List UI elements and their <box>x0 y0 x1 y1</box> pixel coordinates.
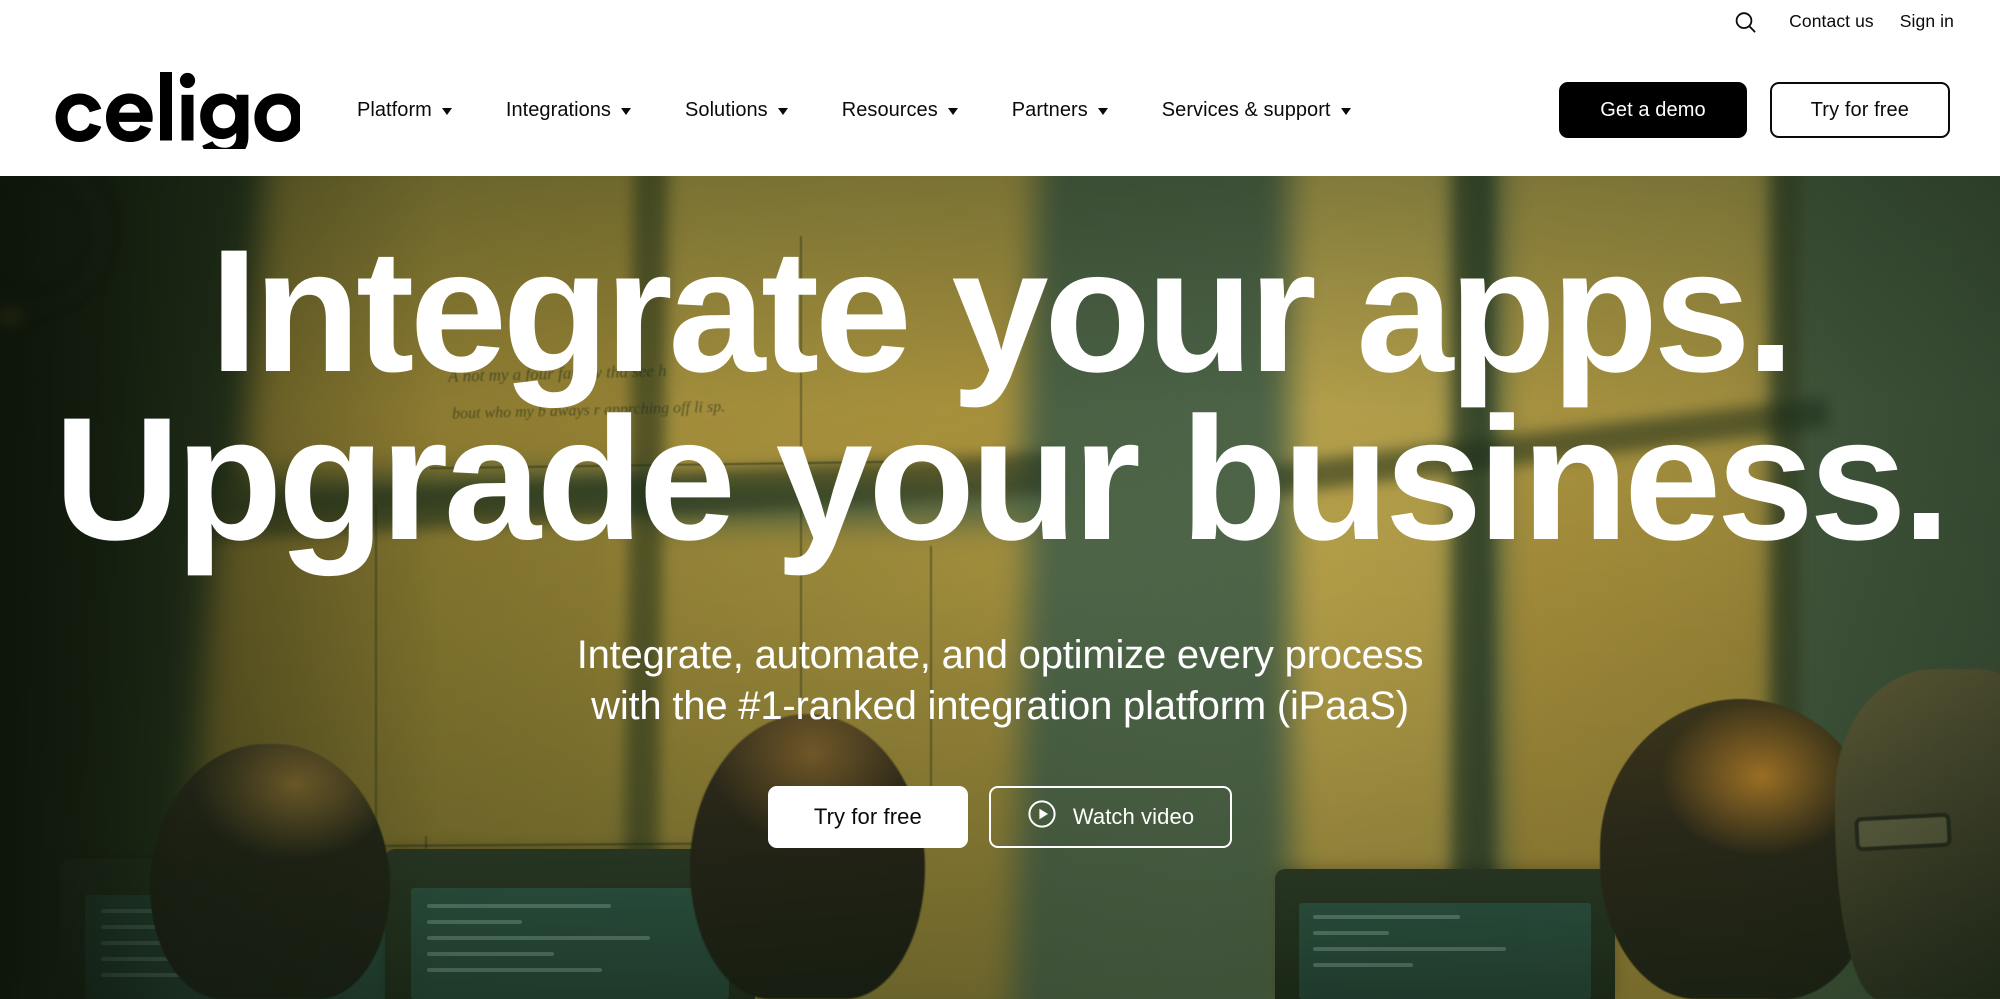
hero-headline-line-2: Upgrade your business. <box>53 382 1951 577</box>
hero-headline-line-1: Integrate your apps. <box>209 214 1795 409</box>
hero-subheadline: Integrate, automate, and optimize every … <box>577 630 1424 732</box>
hero-headline: Integrate your apps. Upgrade your busine… <box>50 224 1951 577</box>
nav-item-label: Integrations <box>505 99 611 121</box>
main-navigation: Platform Integrations Solutions Resource… <box>330 90 1378 130</box>
search-icon[interactable] <box>1728 5 1762 39</box>
try-for-free-header-button[interactable]: Try for free <box>1769 82 1950 138</box>
contact-us-link[interactable]: Contact us <box>1776 13 1887 31</box>
hero-content: Integrate your apps. Upgrade your busine… <box>0 176 2000 999</box>
sign-in-link[interactable]: Sign in <box>1887 13 1954 31</box>
nav-item-label: Solutions <box>685 99 768 121</box>
nav-item-platform[interactable]: Platform <box>330 90 479 130</box>
site-header: Contact us Sign in Platform Integrations… <box>0 0 2000 176</box>
nav-item-partners[interactable]: Partners <box>985 90 1135 130</box>
celigo-logo[interactable] <box>50 71 300 149</box>
page-root: Contact us Sign in Platform Integrations… <box>0 0 2000 999</box>
nav-item-label: Resources <box>841 99 938 121</box>
hero-subheadline-line-2: with the #1-ranked integration platform … <box>591 683 1409 728</box>
hero-subheadline-line-1: Integrate, automate, and optimize every … <box>576 633 1424 677</box>
try-for-free-hero-button[interactable]: Try for free <box>767 785 968 848</box>
nav-item-label: Platform <box>357 99 432 121</box>
header-cta-group: Get a demo Try for free <box>1559 82 2000 138</box>
nav-item-solutions[interactable]: Solutions <box>658 90 815 130</box>
nav-item-label: Services & support <box>1161 99 1331 121</box>
chevron-down-icon <box>1097 107 1108 115</box>
chevron-down-icon <box>441 107 452 115</box>
nav-item-label: Partners <box>1011 99 1088 121</box>
watch-video-label: Watch video <box>1072 803 1195 829</box>
nav-item-services-and-support[interactable]: Services & support <box>1135 90 1378 130</box>
chevron-down-icon <box>947 107 958 115</box>
chevron-down-icon <box>1340 107 1351 115</box>
nav-item-resources[interactable]: Resources <box>815 90 985 130</box>
get-a-demo-button[interactable]: Get a demo <box>1559 82 1747 138</box>
nav-item-integrations[interactable]: Integrations <box>479 90 658 130</box>
watch-video-button[interactable]: Watch video <box>988 785 1233 848</box>
hero-section: A not my a four fan Rv tha see h bout wh… <box>0 176 2000 999</box>
play-circle-icon <box>1027 799 1057 835</box>
hero-cta-group: Try for free Watch video <box>767 785 1233 848</box>
utility-nav: Contact us Sign in <box>1728 0 2000 44</box>
primary-nav-row: Platform Integrations Solutions Resource… <box>0 44 2000 176</box>
chevron-down-icon <box>621 107 631 115</box>
chevron-down-icon <box>777 107 788 115</box>
